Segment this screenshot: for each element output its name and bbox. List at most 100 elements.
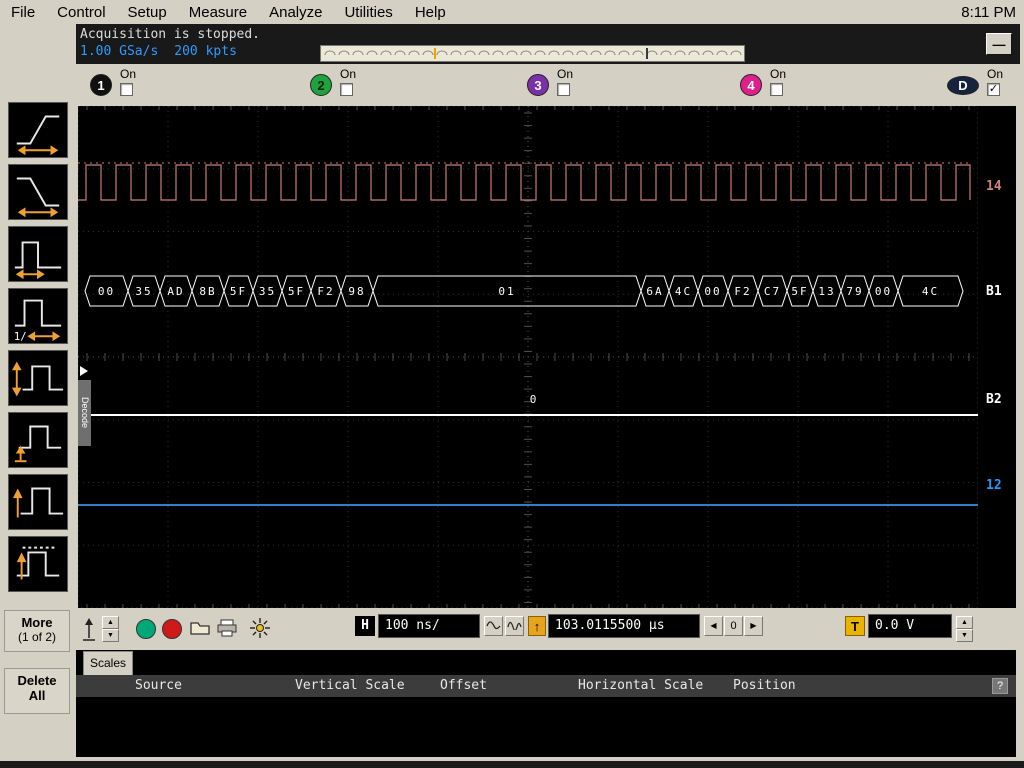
trigger-runt-button[interactable] [8, 350, 68, 406]
stop-button[interactable] [162, 619, 182, 639]
display-brightness-button[interactable] [248, 617, 272, 641]
menu-help[interactable]: Help [404, 4, 457, 21]
help-button[interactable]: ? [992, 678, 1008, 694]
channel-4-on-checkbox[interactable] [770, 83, 783, 96]
svg-text:12: 12 [986, 478, 1002, 493]
hzoom-1-button[interactable] [484, 616, 503, 636]
svg-text:5F: 5F [791, 285, 808, 298]
menu-measure[interactable]: Measure [178, 4, 258, 21]
controls-bar: ▲ ▼ H 100 ns/ ↑ 103.011 [76, 612, 1024, 648]
trigger-edge-then-edge-button[interactable] [8, 474, 68, 530]
print-button[interactable] [215, 617, 239, 641]
svg-text:AD: AD [167, 285, 184, 298]
svg-text:0: 0 [530, 393, 537, 406]
zero-position-button[interactable]: 0 [724, 616, 743, 636]
waveform-preview-bar[interactable] [320, 45, 745, 62]
svg-text:14: 14 [986, 179, 1002, 194]
spin-up-button[interactable]: ▲ [102, 616, 119, 629]
column-header-source: Source [135, 678, 182, 693]
svg-text:13: 13 [818, 285, 835, 298]
preview-waveform-icon [321, 46, 744, 61]
trigger-sidebar: More (1 of 2) Delete All 1/ [0, 24, 76, 768]
column-header-offset: Offset [440, 678, 487, 693]
channel-2-on-checkbox[interactable] [340, 83, 353, 96]
svg-text:5F: 5F [230, 285, 247, 298]
scope-display: 0035AD8B5F355FF298016A4C00F2C75F1379004C… [78, 106, 1016, 608]
memory-depth: 200 kpts [174, 44, 237, 59]
menu-setup[interactable]: Setup [117, 4, 178, 21]
delete-all-label-2: All [5, 688, 69, 703]
svg-text:C7: C7 [764, 285, 781, 298]
level-down-button[interactable]: ▼ [956, 629, 973, 642]
minimize-button[interactable]: — [986, 33, 1012, 55]
svg-text:4C: 4C [675, 285, 692, 298]
screen-bottom-edge [0, 761, 1024, 768]
svg-text:4C: 4C [922, 285, 939, 298]
channel-D-button[interactable]: D [947, 76, 979, 95]
hzoom-2-button[interactable] [505, 616, 524, 636]
channel-D-on-label: On [987, 67, 1003, 81]
printer-icon [216, 618, 238, 638]
trigger-label: T [845, 616, 865, 636]
trigger-edge-rising-button[interactable] [8, 102, 68, 158]
sample-rate: 1.00 GSa/s [80, 44, 158, 59]
timebase-field[interactable]: 100 ns/ [378, 614, 480, 638]
delay-field[interactable]: 103.0115500 µs [548, 614, 700, 638]
channel-1-button[interactable]: 1 [90, 74, 112, 96]
trigger-timeout-button[interactable] [8, 536, 68, 592]
folder-icon [189, 619, 211, 637]
channel-4-button[interactable]: 4 [740, 74, 762, 96]
trigger-setup-hold-button[interactable] [8, 412, 68, 468]
menu-file[interactable]: File [0, 4, 46, 21]
acquisition-status: Acquisition is stopped. [80, 27, 260, 42]
channel-4-group: 4 On [740, 67, 814, 105]
level-up-button[interactable]: ▲ [956, 616, 973, 629]
scales-table-header: SourceVertical ScaleOffsetHorizontal Sca… [76, 675, 1016, 697]
trigger-level-stepper: ▲ ▼ [956, 616, 973, 642]
channel-row: 1 On 2 On 3 On 4 On D On ✓ [76, 64, 1024, 106]
channel-1-on-label: On [120, 67, 136, 81]
trigger-level-field[interactable]: 0.0 V [868, 614, 952, 638]
column-header-vertical-scale: Vertical Scale [295, 678, 405, 693]
channel-3-button[interactable]: 3 [527, 74, 549, 96]
channel-D-on-checkbox[interactable]: ✓ [987, 83, 1000, 96]
channel-2-on-label: On [340, 67, 356, 81]
pan-right-button[interactable]: ▶ [744, 616, 763, 636]
menu-control[interactable]: Control [46, 4, 116, 21]
delete-all-label-1: Delete [5, 673, 69, 688]
pan-left-button[interactable]: ◀ [704, 616, 723, 636]
trigger-level-marker-icon[interactable] [82, 617, 96, 647]
svg-text:8B: 8B [199, 285, 216, 298]
menu-analyze[interactable]: Analyze [258, 4, 333, 21]
run-button[interactable] [136, 619, 156, 639]
menu-utilities[interactable]: Utilities [333, 4, 403, 21]
more-button[interactable]: More (1 of 2) [4, 610, 70, 652]
open-file-button[interactable] [188, 617, 212, 641]
results-panel: Scales SourceVertical ScaleOffsetHorizon… [76, 650, 1016, 757]
decode-side-tab[interactable]: Decode [78, 380, 91, 446]
svg-text:B1: B1 [986, 284, 1002, 299]
channel-2-group: 2 On [310, 67, 384, 105]
channel-1-on-checkbox[interactable] [120, 83, 133, 96]
channel-2-button[interactable]: 2 [310, 74, 332, 96]
svg-text:F2: F2 [317, 285, 334, 298]
spin-down-button[interactable]: ▼ [102, 629, 119, 642]
trigger-pulse-width-button[interactable]: 1/ [8, 288, 68, 344]
trigger-glitch-button[interactable] [8, 226, 68, 282]
channel-4-on-label: On [770, 67, 786, 81]
channel-3-group: 3 On [527, 67, 601, 105]
svg-text:00: 00 [704, 285, 721, 298]
svg-text:6A: 6A [646, 285, 663, 298]
scope-graticule: 0035AD8B5F355FF298016A4C00F2C75F1379004C… [78, 106, 1016, 608]
svg-text:35: 35 [259, 285, 276, 298]
channel-3-on-checkbox[interactable] [557, 83, 570, 96]
acquisition-info: 1.00 GSa/s 200 kpts [80, 44, 253, 59]
delete-all-button[interactable]: Delete All [4, 668, 70, 714]
horizontal-label: H [355, 616, 375, 636]
channel-3-on-label: On [557, 67, 573, 81]
trigger-edge-falling-button[interactable] [8, 164, 68, 220]
channel-D-group: D On ✓ [947, 67, 1021, 105]
preview-position-marker [646, 48, 648, 59]
tab-scales[interactable]: Scales [83, 651, 133, 675]
trigger-position-icon[interactable]: ↑ [528, 616, 546, 636]
